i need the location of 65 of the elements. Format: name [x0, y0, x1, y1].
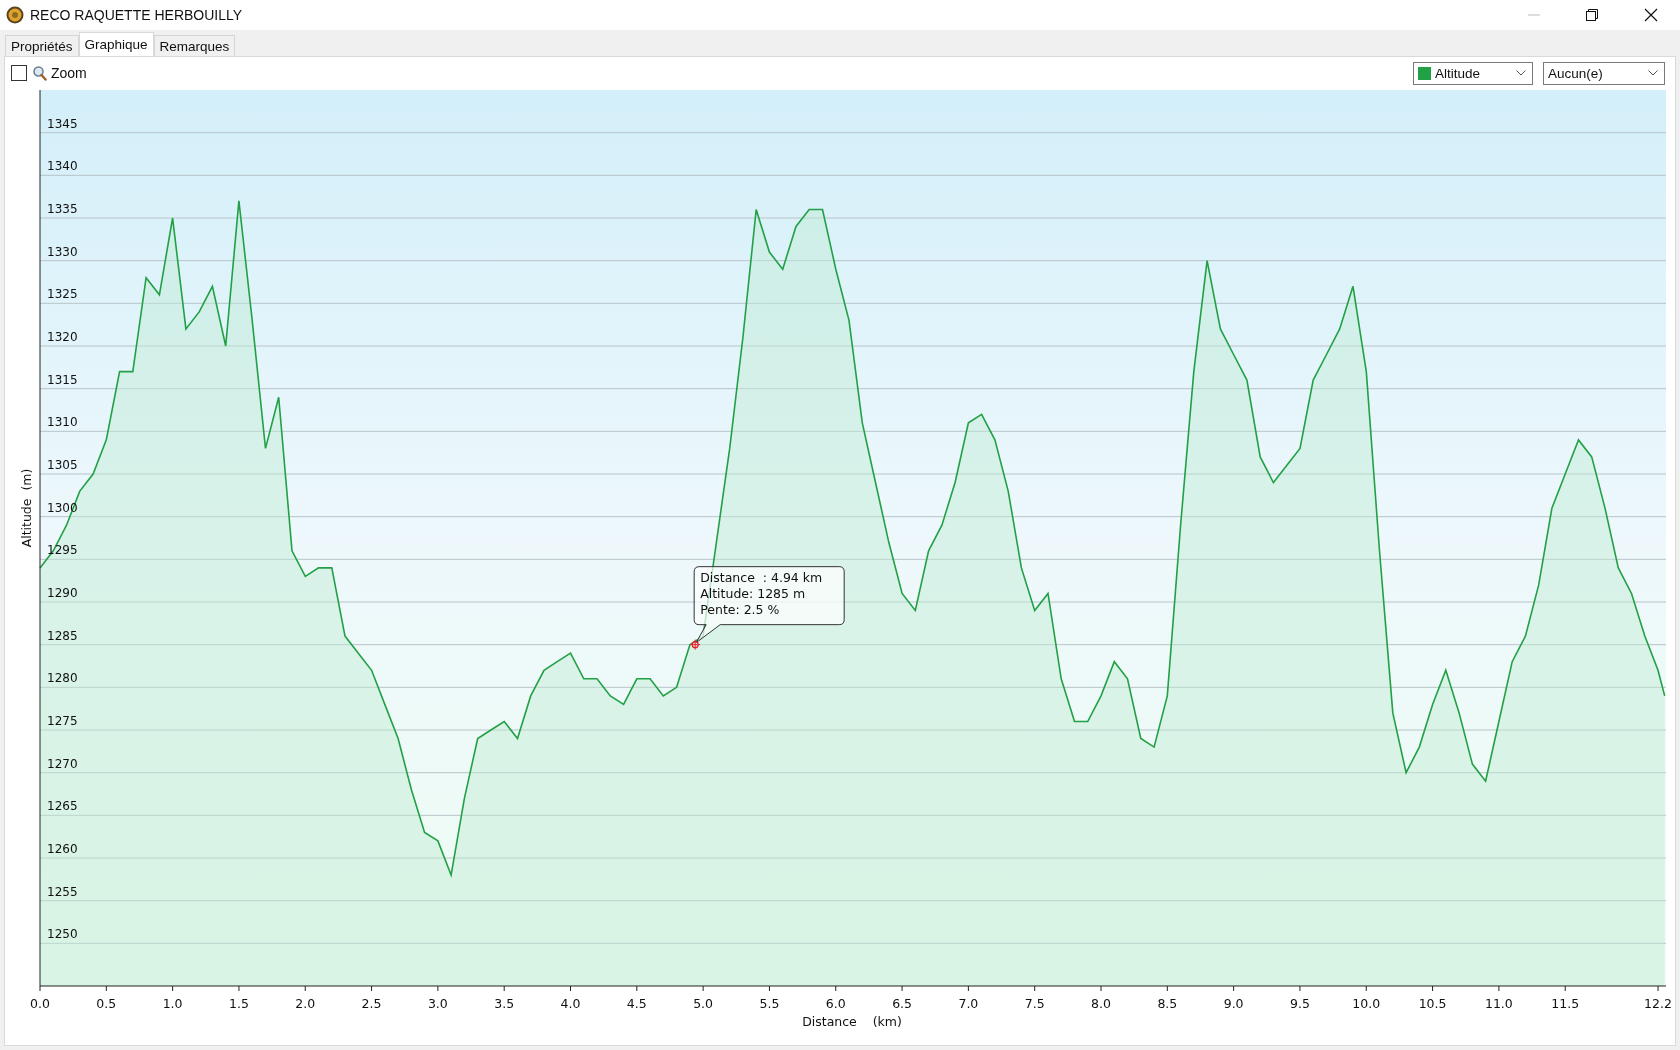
- axis-tick-label: 1255: [47, 884, 78, 899]
- dropdown-value: Aucun(e): [1548, 65, 1603, 81]
- close-icon[interactable]: [1644, 8, 1658, 22]
- axis-tick-label: 1305: [47, 458, 78, 472]
- axis-tick-label: 10.0: [1352, 996, 1381, 1011]
- axis-tick-label: 10.5: [1418, 996, 1447, 1011]
- axis-tick-label: 4.0: [560, 996, 581, 1011]
- axis-tick-label: 1.5: [229, 996, 249, 1011]
- axis-tick-label: 1275: [47, 714, 78, 728]
- axis-tick-label: 1250: [47, 927, 78, 942]
- axis-tick-label: 1340: [47, 159, 78, 174]
- axis-tick-label: 1285: [47, 628, 78, 643]
- axis-tick-label: 1345: [47, 116, 78, 131]
- window-title: RECO RAQUETTE HERBOUILLY: [30, 7, 243, 23]
- axis-tick-label: 4.5: [626, 996, 647, 1011]
- zoom-checkbox[interactable]: [11, 65, 27, 81]
- axis-tick-label: 1315: [47, 372, 78, 387]
- chevron-down-icon: [1516, 70, 1526, 76]
- axis-tick-label: 1325: [47, 287, 78, 302]
- crosshair-marker-icon: [689, 639, 701, 651]
- axis-tick-label: 11.5: [1551, 996, 1580, 1011]
- tab[interactable]: Graphique: [78, 32, 154, 56]
- dropdown[interactable]: Aucun(e): [1543, 61, 1665, 85]
- axis-tick-label: 6.5: [892, 996, 912, 1011]
- restore-icon[interactable]: [1586, 9, 1598, 21]
- axis-tick-label: 9.5: [1290, 996, 1310, 1011]
- axis-tick-label: 7.0: [958, 996, 979, 1011]
- chevron-down-icon: [1648, 70, 1658, 76]
- axis-tick-label: 1265: [47, 799, 78, 814]
- magnifier-icon: [33, 65, 47, 81]
- axis-tick-label: 9.0: [1223, 996, 1244, 1011]
- axis-tick-label: 3.0: [427, 996, 448, 1011]
- axis-tick-label: 3.5: [494, 996, 515, 1011]
- axis-tick-label: 1330: [47, 244, 78, 259]
- axis-tick-label: 1310: [47, 415, 78, 430]
- x-axis-title: Distance (km): [802, 1014, 902, 1029]
- zoom-label: Zoom: [51, 65, 87, 81]
- axis-tick-label: 8.0: [1091, 996, 1111, 1011]
- y-axis-title: Altitude (m): [19, 468, 34, 548]
- axis-tick-label: 1280: [47, 671, 78, 686]
- axis-tick-label: 7.5: [1024, 996, 1045, 1011]
- series-dropdown[interactable]: Altitude: [1413, 61, 1533, 85]
- axis-tick-label: 1335: [47, 202, 78, 216]
- tooltip-text: Altitude: 1285 m: [700, 585, 806, 601]
- dropdown-value: Altitude: [1435, 65, 1481, 81]
- axis-tick-label: 5.0: [693, 996, 714, 1011]
- axis-tick-label: 0.0: [30, 996, 50, 1011]
- tab[interactable]: Remarques: [153, 35, 236, 56]
- app-logo-icon: [6, 6, 24, 24]
- axis-tick-label: 11.0: [1484, 996, 1513, 1011]
- axis-tick-label: 12.2: [1644, 996, 1672, 1011]
- tooltip-text: Distance : 4.94 km: [700, 569, 823, 585]
- axis-tick-label: 5.5: [759, 996, 780, 1011]
- axis-tick-label: 1.0: [162, 996, 183, 1011]
- axis-tick-label: 0.5: [96, 996, 117, 1011]
- tooltip-text: Pente: 2.5 %: [700, 601, 780, 617]
- axis-tick-label: 8.5: [1157, 996, 1178, 1011]
- axis-tick-label: 1320: [47, 330, 78, 344]
- axis-tick-label: 1270: [47, 756, 78, 771]
- axis-tick-label: 6.0: [825, 996, 846, 1011]
- axis-tick-label: 2.0: [295, 996, 316, 1011]
- axis-tick-label: 1260: [47, 842, 78, 856]
- axis-tick-label: 1290: [47, 586, 78, 600]
- tab[interactable]: Propriétés: [5, 35, 79, 56]
- axis-tick-label: 2.5: [361, 996, 382, 1011]
